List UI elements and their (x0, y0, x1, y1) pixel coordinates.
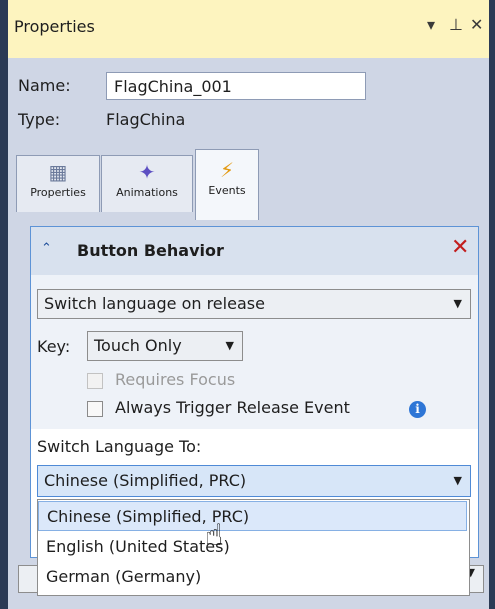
info-icon[interactable]: i (409, 401, 426, 418)
properties-icon: ▦ (48, 160, 68, 184)
chevron-down-icon: ▼ (453, 474, 462, 487)
dropdown-option[interactable]: German (Germany) (38, 562, 467, 592)
requires-focus-label: Requires Focus (115, 370, 236, 389)
language-select-value: Chinese (Simplified, PRC) (44, 471, 247, 490)
window-frame-right (489, 0, 495, 609)
object-header: Name: FlagChina_001 Type: FlagChina (8, 58, 489, 143)
key-select-value: Touch Only (94, 336, 182, 355)
close-icon[interactable]: ✕ (470, 15, 483, 34)
hand-cursor-icon: ☝ (205, 518, 224, 553)
tab-events-label: Events (208, 184, 246, 197)
type-value: FlagChina (106, 110, 186, 129)
action-select-value: Switch language on release (44, 294, 265, 313)
tab-events[interactable]: ⚡ Events (195, 149, 259, 220)
dropdown-option[interactable]: English (United States) (38, 532, 467, 562)
name-field[interactable]: FlagChina_001 (106, 72, 366, 100)
window-frame-left (0, 0, 8, 609)
action-select[interactable]: Switch language on release ▼ (37, 289, 471, 319)
tab-animations[interactable]: ✦ Animations (101, 155, 193, 212)
remove-icon[interactable]: ✕ (451, 235, 469, 260)
collapse-icon[interactable]: ⌃ (41, 241, 52, 256)
type-label: Type: (18, 110, 61, 129)
chevron-down-icon: ▼ (453, 297, 462, 310)
lightning-icon: ⚡ (219, 158, 235, 182)
key-select[interactable]: Touch Only ▼ (87, 331, 243, 361)
pin-icon[interactable]: ⊥ (449, 15, 463, 34)
tab-animations-label: Animations (116, 186, 178, 199)
tab-properties[interactable]: ▦ Properties (16, 155, 100, 212)
animations-icon: ✦ (138, 160, 156, 184)
dropdown-arrow-icon[interactable]: ▾ (427, 15, 435, 34)
tab-properties-label: Properties (30, 186, 86, 199)
tab-strip: ▦ Properties ✦ Animations ⚡ Events (8, 143, 489, 223)
chevron-down-icon: ▼ (225, 339, 234, 352)
requires-focus-checkbox[interactable] (87, 373, 103, 389)
properties-titlebar: Properties ▾ ⊥ ✕ (8, 0, 489, 59)
group-title: Button Behavior (77, 241, 224, 260)
dropdown-option[interactable]: Chinese (Simplified, PRC) (38, 501, 467, 531)
always-trigger-checkbox[interactable] (87, 401, 103, 417)
key-label: Key: (37, 337, 71, 356)
language-select[interactable]: Chinese (Simplified, PRC) ▼ (37, 465, 471, 497)
name-label: Name: (18, 76, 71, 95)
panel-title: Properties (14, 17, 95, 36)
group-header[interactable]: ⌃ Button Behavior ✕ (31, 227, 478, 275)
always-trigger-label: Always Trigger Release Event (115, 398, 350, 417)
switch-language-label: Switch Language To: (37, 437, 202, 456)
language-dropdown-list: Chinese (Simplified, PRC) English (Unite… (37, 499, 470, 596)
